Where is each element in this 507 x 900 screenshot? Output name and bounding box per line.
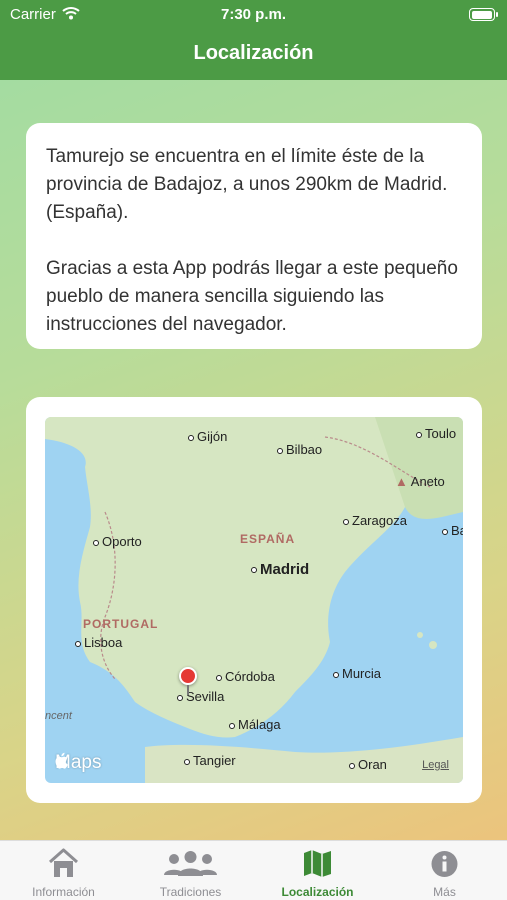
legal-link[interactable]: Legal bbox=[422, 759, 449, 771]
location-pin-stem bbox=[187, 685, 189, 695]
map-label-espana: ESPAÑA bbox=[240, 532, 296, 546]
map-label-cordoba: Córdoba bbox=[216, 669, 275, 684]
map-label-madrid: Madrid bbox=[251, 561, 309, 578]
tab-tradiciones[interactable]: Tradiciones bbox=[127, 841, 254, 900]
maps-logo: Maps bbox=[55, 752, 101, 774]
map-label-gijon: Gijón bbox=[188, 429, 227, 444]
tab-bar: Información Tradiciones Localización Más bbox=[0, 840, 507, 900]
status-bar: Carrier 7:30 p.m. bbox=[0, 0, 507, 30]
map-icon bbox=[304, 850, 331, 877]
people-icon bbox=[164, 851, 217, 876]
tab-label: Información bbox=[32, 885, 95, 899]
status-time: 7:30 p.m. bbox=[220, 6, 287, 23]
map-label-oran: Oran bbox=[349, 757, 387, 772]
nav-bar: Localización bbox=[0, 30, 507, 80]
tab-informacion[interactable]: Información bbox=[0, 841, 127, 900]
info-icon bbox=[431, 851, 458, 877]
apple-logo-icon bbox=[55, 752, 68, 769]
tab-label: Tradiciones bbox=[159, 885, 222, 899]
map-label-sevilla: Sevilla bbox=[177, 689, 224, 704]
map-label-aneto: ▲ Aneto bbox=[395, 474, 445, 489]
page-title: Localización bbox=[193, 42, 314, 64]
map-label-lisboa: Lisboa bbox=[75, 635, 122, 650]
map-label-toulouse: Toulo bbox=[416, 426, 456, 441]
map-card: Gijón Bilbao Toulo ▲ Aneto Zaragoza Ba O… bbox=[26, 397, 482, 803]
battery-icon bbox=[469, 8, 498, 21]
house-icon bbox=[49, 848, 78, 877]
tab-localizacion[interactable]: Localización bbox=[254, 841, 381, 900]
tab-mas[interactable]: Más bbox=[381, 841, 507, 900]
info-card: Tamurejo se encuentra en el límite éste … bbox=[26, 123, 482, 349]
map-label-zaragoza: Zaragoza bbox=[343, 513, 407, 528]
tab-label: Más bbox=[433, 885, 456, 899]
map-view[interactable]: Gijón Bilbao Toulo ▲ Aneto Zaragoza Ba O… bbox=[45, 417, 463, 783]
map-label-portugal: PORTUGAL bbox=[83, 617, 159, 631]
map-label-tangier: Tangier bbox=[184, 753, 236, 768]
info-paragraph-1: Tamurejo se encuentra en el límite éste … bbox=[46, 146, 448, 223]
map-label-malaga: Málaga bbox=[229, 717, 281, 732]
map-label-vincent: ncent bbox=[45, 710, 72, 722]
location-pin[interactable] bbox=[179, 667, 197, 685]
map-label-barcelona: Ba bbox=[442, 523, 463, 538]
map-label-bilbao: Bilbao bbox=[277, 442, 322, 457]
map-label-oporto: Oporto bbox=[93, 534, 142, 549]
info-paragraph-2: Gracias a esta App podrás llegar a este … bbox=[46, 258, 458, 335]
map-label-murcia: Murcia bbox=[333, 666, 381, 681]
tab-label: Localización bbox=[281, 885, 354, 899]
